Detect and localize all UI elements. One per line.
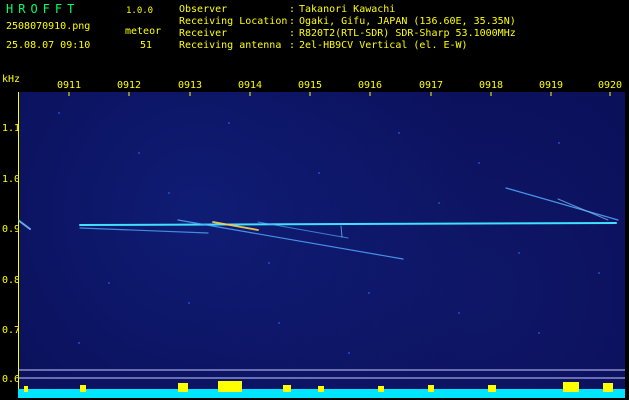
- x-tick-label: 0911: [56, 80, 82, 91]
- file-name: 2508070910.png: [6, 21, 91, 32]
- info-label-antenna: Receiving antenna: [179, 40, 282, 51]
- info-value-receiver: R820T2(RTL-SDR) SDR-Sharp 53.1000MHz: [299, 28, 516, 39]
- x-tick-marks: [68, 92, 611, 96]
- x-tick-label: 0915: [297, 80, 323, 91]
- info-label-observer: Observer: [179, 4, 228, 15]
- timestamp: 25.08.07 09:10: [6, 40, 91, 51]
- app-title: HROFFT: [6, 2, 80, 16]
- x-tick-label: 0919: [538, 80, 564, 91]
- info-label-receiver: Receiver: [179, 28, 228, 39]
- info-colon: :: [289, 28, 296, 39]
- x-tick-label: 0914: [237, 80, 263, 91]
- meteor-count: 51: [140, 40, 153, 51]
- hrofft-window: HROFFT 1.0.0 2508070910.png meteor 25.08…: [0, 0, 629, 400]
- noise-speckle: [58, 112, 600, 354]
- spectrogram: [18, 92, 625, 398]
- app-version: 1.0.0: [126, 6, 154, 16]
- info-label-location: Receiving Location: [179, 16, 288, 27]
- meteor-label: meteor: [125, 26, 162, 37]
- x-tick-label: 0916: [357, 80, 383, 91]
- info-value-antenna: 2el-HB9CV Vertical (el. E-W): [299, 40, 468, 51]
- info-colon: :: [289, 40, 296, 51]
- info-value-location: Ogaki, Gifu, JAPAN (136.60E, 35.35N): [299, 16, 516, 27]
- spectrogram-graphics: [18, 92, 625, 398]
- info-colon: :: [289, 16, 296, 27]
- info-value-observer: Takanori Kawachi: [299, 4, 396, 15]
- x-tick-label: 0913: [177, 80, 203, 91]
- unit-label: kHz: [2, 74, 21, 85]
- meteor-echoes: [18, 187, 619, 260]
- x-tick-label: 0917: [418, 80, 444, 91]
- x-tick-label: 0920: [597, 80, 623, 91]
- carrier-line: [79, 222, 617, 226]
- info-colon: :: [289, 4, 296, 15]
- x-tick-label: 0918: [478, 80, 504, 91]
- x-tick-label: 0912: [116, 80, 142, 91]
